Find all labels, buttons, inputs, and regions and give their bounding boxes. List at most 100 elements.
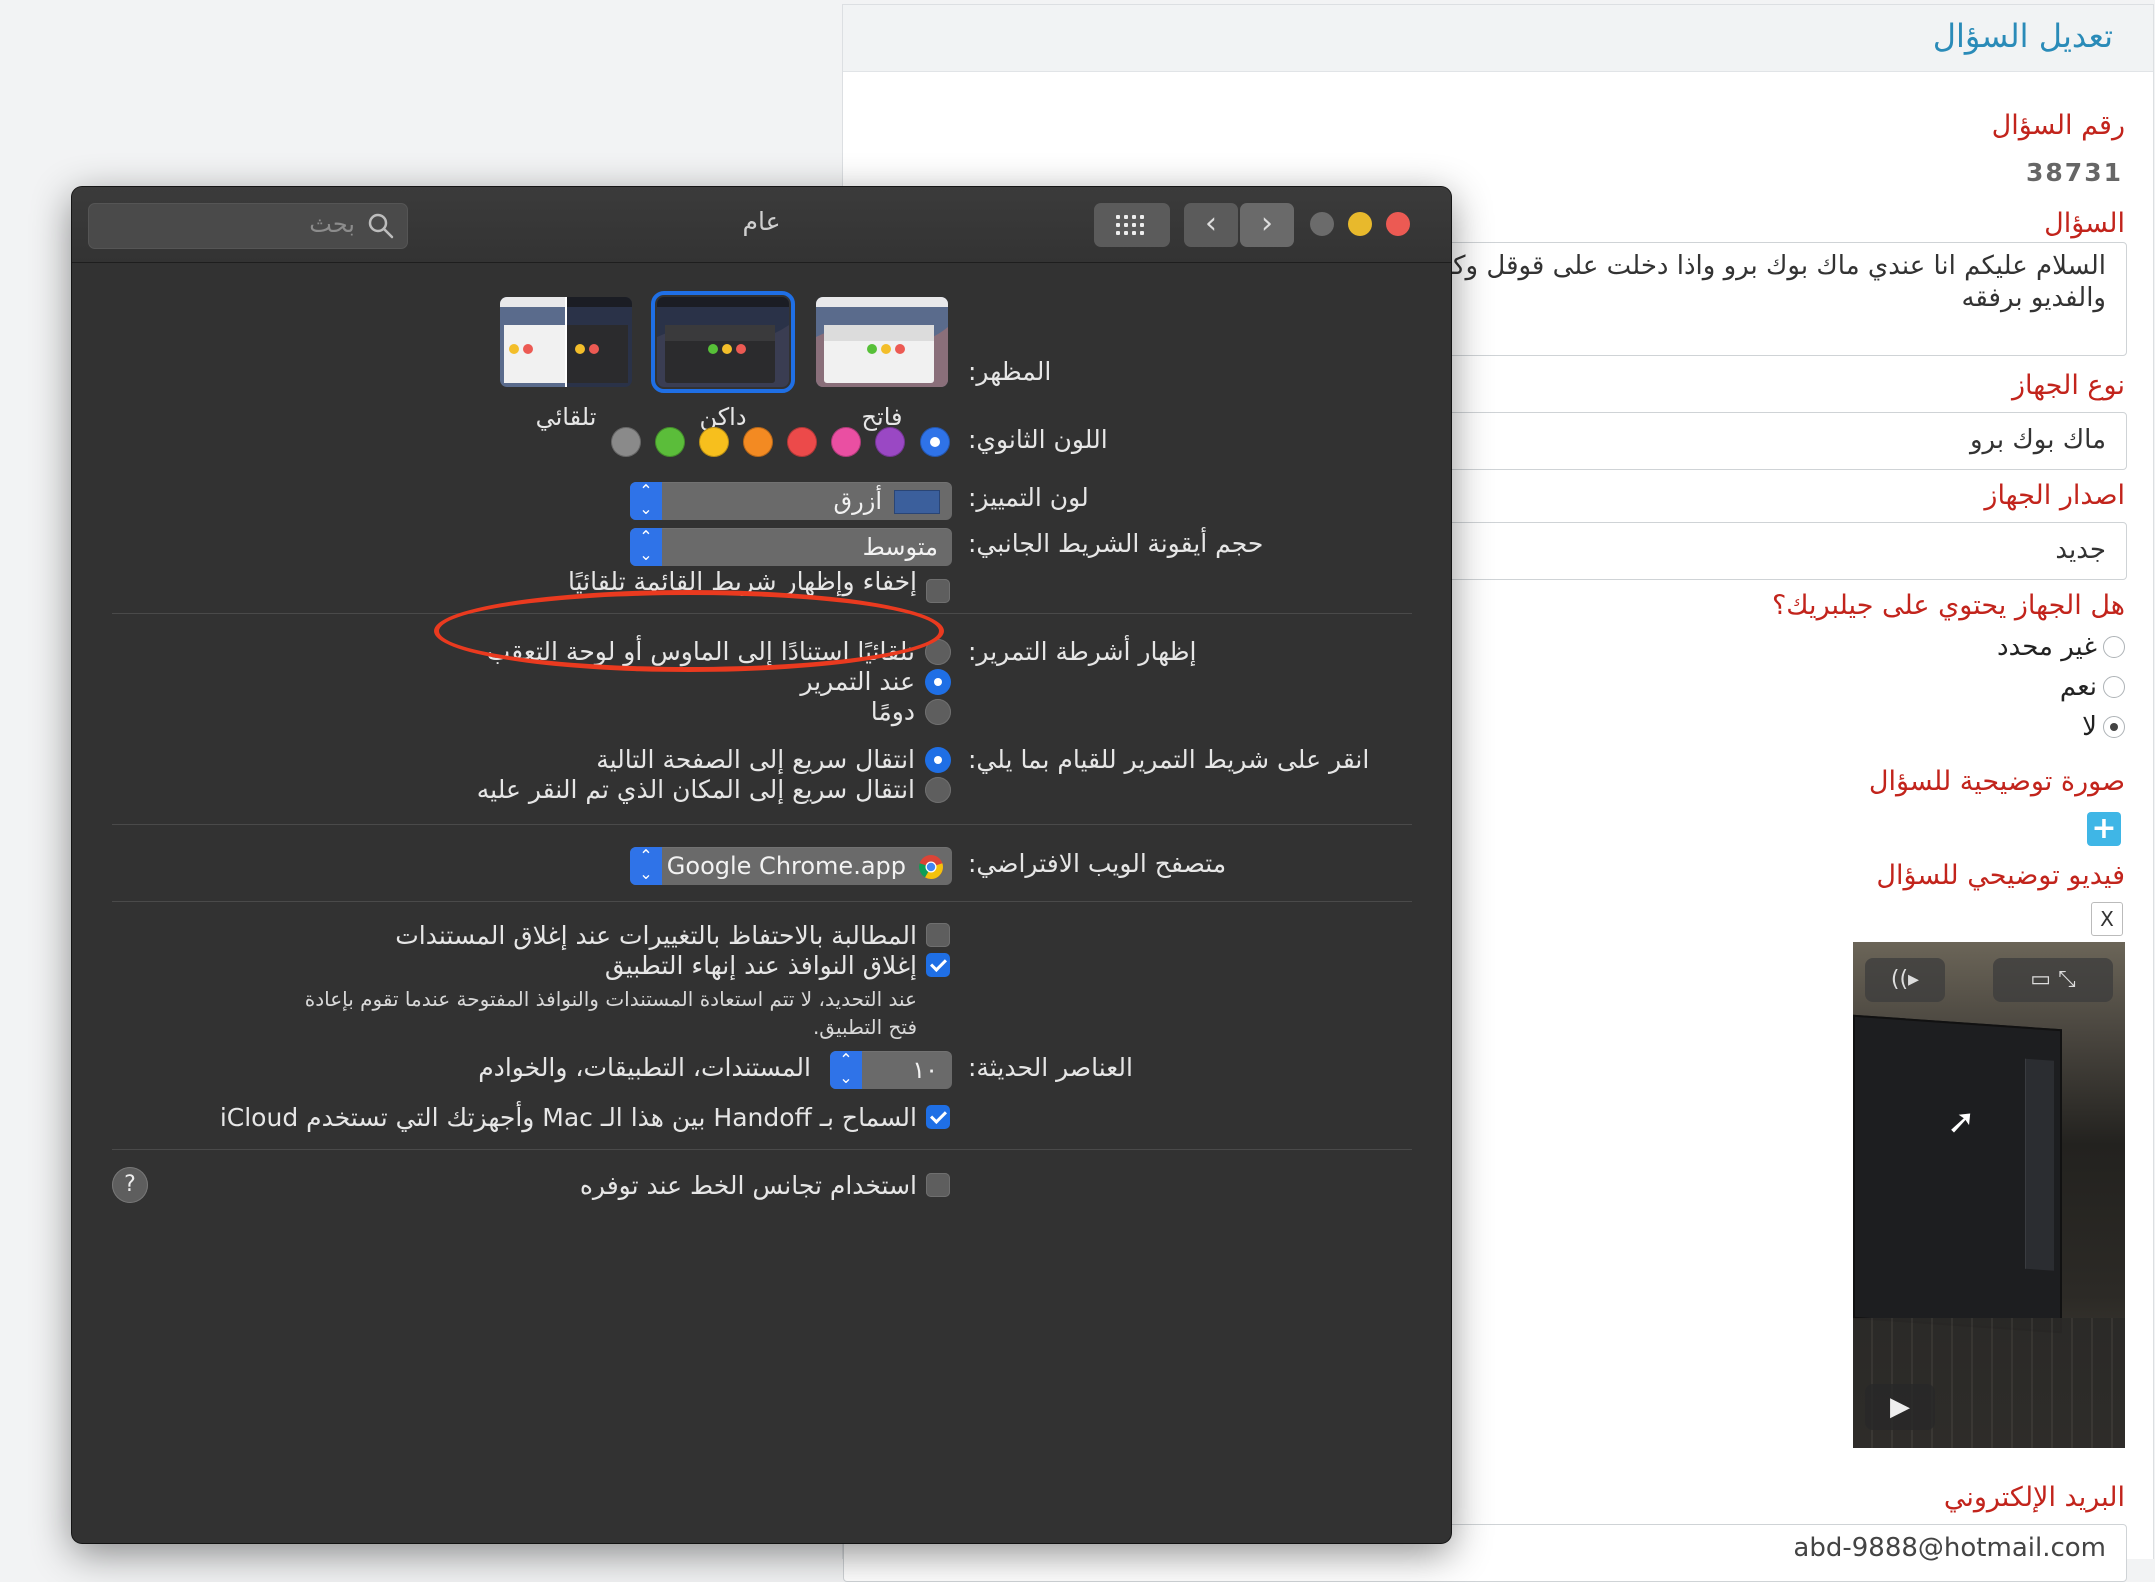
- question-number-value: 38731: [2026, 158, 2123, 187]
- jailbreak-label: هل الجهاز يحتوي على جيلبريك؟: [1771, 590, 2125, 621]
- section-divider: [112, 901, 1412, 902]
- recent-items-value: ١٠: [912, 1056, 938, 1084]
- radio-unspecified[interactable]: [2103, 636, 2125, 658]
- back-chevron-icon[interactable]: ‹: [1184, 203, 1238, 247]
- device-version-label: اصدار الجهاز: [1984, 480, 2125, 511]
- popup-updown-icon: ⌃ ⌄: [630, 847, 662, 885]
- appearance-label: المظهر:: [968, 357, 1052, 386]
- panel-header: تعديل السؤال: [843, 5, 2153, 72]
- default-browser-label: متصفح الويب الافتراضي:: [968, 849, 1227, 878]
- close-windows-label: إغلاق النوافذ عند إنهاء التطبيق: [604, 951, 917, 980]
- recent-items-popup[interactable]: ⌃ ⌄ ١٠: [830, 1051, 952, 1089]
- highlight-color-label: لون التمييز:: [968, 483, 1089, 512]
- accent-color-label: اللون الثانوي:: [968, 425, 1108, 454]
- video-cursor-icon: ➚: [1947, 1102, 1976, 1142]
- jailbreak-option-yes[interactable]: نعم: [2060, 672, 2125, 702]
- light-appearance-preview: [816, 297, 948, 387]
- scrollbars-always-radio[interactable]: [925, 699, 951, 725]
- highlight-color-popup[interactable]: ⌃ ⌄ أزرق: [630, 482, 952, 520]
- accent-graphite-swatch[interactable]: [611, 427, 641, 457]
- appearance-auto-caption: تلقائي: [535, 403, 597, 431]
- image-label: صورة توضيحية للسؤال: [1868, 766, 2125, 797]
- pip-fullscreen-controls[interactable]: ▭ ⤡: [1993, 958, 2113, 1002]
- scrollbars-when-scrolling-radio[interactable]: [925, 669, 951, 695]
- jump-clicked-spot-radio[interactable]: [925, 777, 951, 803]
- default-browser-value: Google Chrome.app: [666, 852, 906, 880]
- jump-clicked-spot-label: انتقال سريع إلى المكان الذي تم النقر علي…: [476, 775, 915, 804]
- accent-orange-swatch[interactable]: [743, 427, 773, 457]
- popup-updown-icon: ⌃ ⌄: [630, 482, 662, 520]
- jump-next-page-label: انتقال سريع إلى الصفحة التالية: [596, 745, 915, 774]
- device-version-value: جديد: [2055, 535, 2106, 565]
- accent-yellow-swatch[interactable]: [699, 427, 729, 457]
- device-type-value: ماك بوك برو: [1969, 425, 2106, 455]
- zoom-button[interactable]: [1310, 212, 1334, 236]
- video-label: فيديو توضيحي للسؤال: [1876, 860, 2125, 891]
- jailbreak-option-no[interactable]: لا: [2082, 712, 2125, 742]
- jailbreak-option-label: غير محدد: [1997, 632, 2097, 662]
- sidebar-icon-size-value: متوسط: [862, 533, 938, 561]
- auto-appearance-preview: [500, 297, 632, 387]
- handoff-label: السماح بـ Handoff بين هذا الـ Mac وأجهزت…: [219, 1103, 917, 1132]
- question-text-line1: السلام عليكم انا عندي ماك بوك برو واذا د…: [1430, 251, 2106, 281]
- video-frame-laptop-screen: [1853, 1014, 2062, 1334]
- email-value: abd-9888@hotmail.com: [1793, 1533, 2106, 1563]
- ask-keep-changes-checkbox[interactable]: [926, 923, 950, 947]
- show-all-grid-button[interactable]: [1094, 203, 1170, 247]
- highlight-swatch: [894, 490, 940, 514]
- jailbreak-option-unspecified[interactable]: غير محدد: [1997, 632, 2125, 662]
- add-image-button[interactable]: +: [2087, 812, 2121, 846]
- handoff-checkbox[interactable]: [926, 1105, 950, 1129]
- forward-chevron-icon[interactable]: ›: [1240, 203, 1294, 247]
- video-player[interactable]: ➚ ((▸ ▭ ⤡ ▶: [1853, 942, 2125, 1448]
- highlight-annotation-ellipse: [434, 590, 944, 672]
- appearance-auto-option[interactable]: [500, 297, 632, 387]
- appearance-dark-caption: داكن: [699, 403, 747, 431]
- radio-yes[interactable]: [2103, 676, 2125, 698]
- ask-keep-changes-label: المطالبة بالاحتفاظ بالتغييرات عند إغلاق …: [395, 921, 917, 950]
- general-preferences-window: بحث عام ‹ › المظهر: فاتح داكن تلقائي الل…: [72, 187, 1451, 1543]
- accent-red-swatch[interactable]: [787, 427, 817, 457]
- appearance-light-option[interactable]: [816, 297, 948, 387]
- section-divider: [112, 1149, 1412, 1150]
- appearance-light-caption: فاتح: [861, 403, 903, 431]
- recent-items-suffix: المستندات، التطبيقات، والخوادم: [478, 1053, 811, 1082]
- close-windows-note-line1: عند التحديد، لا تتم استعادة المستندات وا…: [304, 987, 917, 1011]
- font-smoothing-label: استخدام تجانس الخط عند توفره: [579, 1171, 917, 1200]
- chrome-icon: [919, 855, 943, 879]
- accent-purple-swatch[interactable]: [875, 427, 905, 457]
- accent-pink-swatch[interactable]: [831, 427, 861, 457]
- dark-appearance-preview: [657, 297, 789, 387]
- accent-blue-swatch[interactable]: [920, 427, 950, 457]
- device-type-label: نوع الجهاز: [2011, 370, 2125, 401]
- window-titlebar: بحث عام ‹ ›: [72, 187, 1451, 263]
- panel-title: تعديل السؤال: [1932, 17, 2113, 55]
- show-scrollbars-label: إظهار أشرطة التمرير:: [968, 637, 1197, 666]
- jailbreak-option-label: لا: [2082, 712, 2097, 742]
- popup-updown-icon: ⌃ ⌄: [630, 528, 662, 566]
- accent-green-swatch[interactable]: [655, 427, 685, 457]
- question-text-line2: والفديو برفقه: [1961, 283, 2106, 313]
- close-windows-note-line2: فتح التطبيق.: [812, 1015, 917, 1039]
- font-smoothing-checkbox[interactable]: [926, 1173, 950, 1197]
- appearance-dark-option[interactable]: [651, 291, 795, 393]
- radio-no[interactable]: [2103, 716, 2125, 738]
- email-label: البريد الإلكتروني: [1943, 1482, 2125, 1513]
- highlight-color-value: أزرق: [833, 487, 882, 515]
- close-windows-checkbox[interactable]: [926, 953, 950, 977]
- scrollbars-when-scrolling-label: عند التمرير: [800, 667, 915, 696]
- sidebar-icon-size-popup[interactable]: ⌃ ⌄ متوسط: [630, 528, 952, 566]
- jump-next-page-radio[interactable]: [925, 747, 951, 773]
- close-button[interactable]: [1386, 212, 1410, 236]
- help-button[interactable]: ?: [112, 1167, 148, 1203]
- cast-icon[interactable]: ((▸: [1865, 958, 1945, 1002]
- click-scrollbar-label: انقر على شريط التمرير للقيام بما يلي:: [968, 745, 1370, 774]
- default-browser-popup[interactable]: ⌃ ⌄ Google Chrome.app: [630, 847, 952, 885]
- recent-items-label: العناصر الحديثة:: [968, 1053, 1133, 1082]
- remove-video-button[interactable]: X: [2091, 902, 2123, 936]
- section-divider: [112, 824, 1412, 825]
- play-icon[interactable]: ▶: [1865, 1384, 1935, 1430]
- minimize-button[interactable]: [1348, 212, 1372, 236]
- menubar-autohide-checkbox[interactable]: [926, 579, 950, 603]
- scrollbars-always-label: دومًا: [870, 697, 915, 726]
